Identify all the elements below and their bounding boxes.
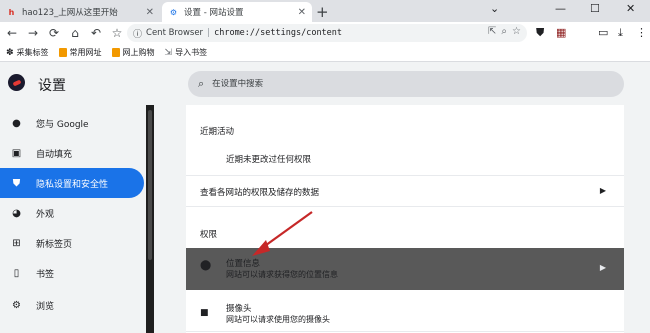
location-row[interactable]: ⬤ 位置信息 网站可以请求获得您的位置信息 ▶ [186,248,624,290]
camera-icon: ■ [200,308,209,318]
shield-extension-icon[interactable]: ⛊ [536,26,544,40]
tab-search-icon[interactable]: ⌄ [490,2,499,15]
divider [186,331,624,332]
chevron-right-icon: ▶ [599,263,606,272]
sidebar-item-autofill[interactable]: ▣ 自动填充 [0,138,144,168]
sidebar-item-label: 新标签页 [36,239,73,250]
sidebar-item-label: 外观 [36,209,55,220]
bookmark-item[interactable]: 常用网址 [58,47,102,58]
browser-logo-icon [8,74,25,91]
close-icon[interactable]: ✕ [146,7,154,18]
clipboard-icon: ▣ [11,147,22,159]
sidebar-item-label: 自动填充 [36,149,73,160]
reload-icon[interactable]: ⟳ [45,26,63,40]
browse-icon: ⚙ [12,299,21,311]
search-icon[interactable]: ⌕ [501,26,507,37]
new-tab-button[interactable]: + [316,3,329,21]
import-icon: ⇲ [164,47,173,58]
bookmark-item[interactable]: ⇲ 导入书签 [165,47,208,58]
sidebar-item-you-and-google[interactable]: ● 您与 Google [0,108,144,138]
location-title: 位置信息 [226,259,261,269]
minimize-icon[interactable]: — [555,2,566,15]
section-title-permissions: 权限 [200,230,218,240]
sidebar: ● 您与 Google ▣ 自动填充 ⛊ 隐私设置和安全性 ◕ 外观 ⊞ 新标签… [0,105,146,333]
url-separator: | [207,28,211,38]
tab-list-icon[interactable]: ▭ [598,26,608,39]
new-tab-icon: ⊞ [12,237,21,249]
tab-hao123[interactable]: h hao123_上网从这里开始 ✕ [0,2,160,22]
forward-icon[interactable]: → [24,26,42,40]
right-margin [624,105,650,333]
close-icon[interactable]: ✕ [298,7,306,18]
toolbar: ← → ⟳ ⌂ ↶ ☆ ⓘ Cent Browser | chrome://se… [0,22,650,44]
url-text[interactable]: chrome://settings/content [214,28,342,38]
recent-empty-text: 近期未更改过任何权限 [226,155,312,165]
sidebar-scroll-thumb[interactable] [148,110,152,260]
shield-icon: ⛊ [12,177,21,189]
site-name: Cent Browser [146,28,204,38]
bookmark-label: 导入书签 [175,48,208,57]
search-input[interactable] [212,79,593,89]
bookmark-label: 采集标签 [16,48,49,57]
palette-icon: ◕ [12,207,21,219]
sidebar-item-new-tab[interactable]: ⊞ 新标签页 [0,228,144,258]
omnibox-actions: ⇱ ⌕ ☆ [488,26,521,37]
bookmark-icon: ▯ [13,267,20,279]
sidebar-item-label: 书签 [36,269,55,280]
search-icon: ⌕ [198,77,205,90]
menu-icon[interactable]: ⋮ [636,26,647,39]
tab-strip: h hao123_上网从这里开始 ✕ ⚙ 设置 - 网站设置 ✕ + ⌄ — ☐… [0,0,650,22]
close-window-icon[interactable]: ✕ [626,2,635,15]
settings-icon: ⚙ [169,7,178,17]
settings-header: 设置 ⌕ [0,62,650,105]
bookmark-label: 网上购物 [122,48,155,57]
bookmark-item[interactable]: 网上购物 [111,47,155,58]
camera-description: 网站可以请求使用您的摄像头 [226,315,330,324]
sidebar-item-browse[interactable]: ⚙ 浏览 [0,290,144,320]
location-description: 网站可以请求获得您的位置信息 [226,270,338,279]
extension-icon[interactable]: ▦ [556,26,566,39]
star-icon[interactable]: ☆ [512,26,521,37]
sidebar-item-appearance[interactable]: ◕ 外观 [0,198,144,228]
bookmarks-bar: ✽ 采集标签 常用网址 网上购物 ⇲ 导入书签 [0,44,650,62]
info-icon[interactable]: ⓘ [133,27,142,40]
sidebar-item-label: 您与 Google [36,119,89,130]
tag-icon: ✽ [6,47,14,58]
person-icon: ● [12,117,21,129]
folder-icon [58,48,67,57]
chevron-right-icon: ▶ [599,186,606,195]
tab-title: 设置 - 网站设置 [184,8,244,18]
maximize-icon[interactable]: ☐ [590,2,600,15]
view-permissions-label: 查看各网站的权限及储存的数据 [200,188,320,198]
sidebar-item-privacy[interactable]: ⛊ 隐私设置和安全性 [0,168,144,198]
location-pin-icon: ⬤ [200,260,212,271]
bookmark-item[interactable]: ✽ 采集标签 [6,47,49,58]
bookmark-star-icon[interactable]: ☆ [108,26,126,40]
download-icon[interactable]: ⤓ [618,26,623,40]
sidebar-item-label: 浏览 [36,301,55,312]
settings-search[interactable]: ⌕ [188,71,624,97]
divider [186,206,624,207]
site-settings-card: 近期活动 近期未更改过任何权限 查看各网站的权限及储存的数据 ▶ 权限 ⬤ 位置… [186,105,624,333]
address-bar[interactable]: ⓘ Cent Browser | chrome://settings/conte… [127,24,527,42]
tab-settings[interactable]: ⚙ 设置 - 网站设置 ✕ [162,2,312,22]
camera-title: 摄像头 [226,304,252,314]
sidebar-item-label: 隐私设置和安全性 [36,179,109,190]
bookmark-label: 常用网址 [69,48,102,57]
back-icon[interactable]: ← [3,26,21,40]
folder-icon [111,48,120,57]
hao123-icon: h [8,7,15,17]
undo-close-icon[interactable]: ↶ [87,26,105,40]
sidebar-item-bookmarks[interactable]: ▯ 书签 [0,258,144,288]
share-icon[interactable]: ⇱ [488,26,496,37]
tab-title: hao123_上网从这里开始 [22,8,118,18]
home-icon[interactable]: ⌂ [66,26,84,40]
section-title-recent: 近期活动 [200,127,235,137]
page-title: 设置 [38,78,66,94]
view-permissions-row[interactable]: 查看各网站的权限及储存的数据 ▶ [186,176,624,206]
